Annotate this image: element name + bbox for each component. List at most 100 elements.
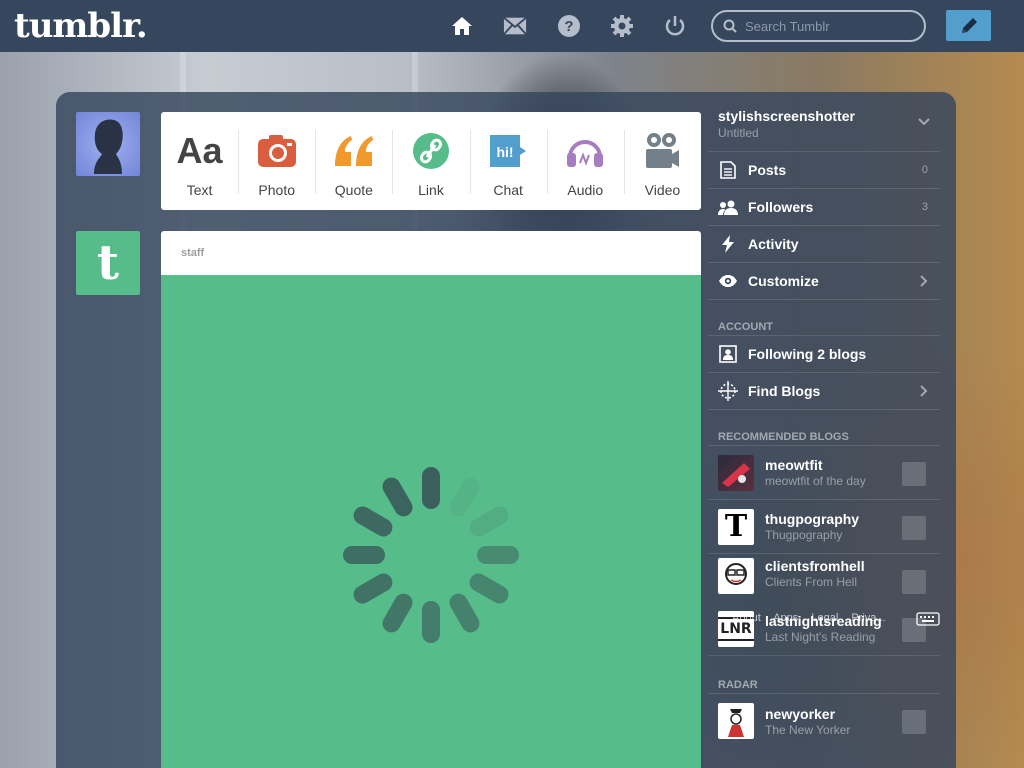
blog-name: newyorker	[765, 705, 836, 722]
followers-icon	[718, 197, 738, 217]
blog-description: The New Yorker	[765, 722, 851, 737]
sidebar-item-label: Followers	[748, 199, 814, 215]
footer-link-apps[interactable]: Apps	[773, 612, 798, 624]
gear-icon[interactable]	[610, 14, 634, 38]
radar-blog-item[interactable]: newyorker The New Yorker	[708, 694, 940, 748]
staff-avatar[interactable]: t	[76, 231, 140, 295]
keyboard-icon[interactable]	[916, 612, 940, 631]
sidebar-item-count: 0	[921, 164, 928, 176]
recommended-blog-item[interactable]: LNR lastnightsreading Last Night's Readi…	[708, 602, 940, 656]
sidebar-item-followers[interactable]: Followers 3	[708, 189, 940, 226]
chevron-down-icon	[918, 118, 930, 126]
sidebar-item-activity[interactable]: Activity	[708, 226, 940, 263]
post-type-chat[interactable]: hi! Chat	[469, 112, 547, 210]
sidebar-item-label: Activity	[748, 236, 799, 252]
mail-icon[interactable]	[503, 14, 527, 38]
radar-heading: RADAR	[708, 656, 940, 694]
following-icon	[718, 344, 738, 364]
compass-icon	[718, 381, 738, 401]
post-type-label: Chat	[493, 182, 523, 198]
quote-icon	[333, 130, 375, 172]
post-type-photo[interactable]: Photo	[238, 112, 315, 210]
footer-link-legal[interactable]: Legal	[811, 612, 838, 624]
dashboard-post: staff	[161, 231, 701, 768]
recommended-blog-item[interactable]: T thugpography Thugpography	[708, 500, 940, 554]
spinner-spoke	[449, 477, 480, 517]
footer-links: About Apps Legal Priva...	[732, 612, 896, 624]
spinner-spoke	[353, 506, 393, 537]
blog-avatar	[718, 558, 754, 594]
blog-avatar	[718, 703, 754, 739]
blog-description: Clients From Hell	[765, 575, 858, 589]
spinner-spoke	[477, 546, 519, 564]
spinner-spoke	[469, 506, 509, 537]
blog-description: Last Night's Reading	[765, 630, 876, 644]
staff-logo-letter: t	[96, 235, 120, 291]
post-type-audio[interactable]: Audio	[546, 112, 624, 210]
spinner-spoke	[422, 467, 440, 509]
search-input[interactable]	[745, 18, 915, 34]
spinner-spoke	[449, 593, 480, 633]
sidebar-item-posts[interactable]: Posts 0	[708, 152, 940, 189]
follow-button[interactable]	[902, 710, 926, 734]
power-icon[interactable]	[663, 14, 687, 38]
follow-button[interactable]	[902, 516, 926, 540]
post-content	[161, 275, 701, 768]
chat-icon: hi!	[488, 130, 528, 172]
spinner-spoke	[422, 601, 440, 643]
follow-button[interactable]	[902, 570, 926, 594]
svg-text:hi!: hi!	[497, 144, 514, 160]
post-type-label: Photo	[258, 182, 295, 198]
blog-name: thugpography	[765, 511, 860, 527]
camera-icon	[257, 130, 297, 172]
spinner-spoke	[382, 477, 413, 517]
sidebar-item-find-blogs[interactable]: Find Blogs	[708, 373, 940, 410]
chevron-right-icon	[920, 275, 928, 287]
tumblr-logo[interactable]: tumblr.	[14, 6, 148, 46]
search-box[interactable]	[711, 10, 926, 42]
blog-avatar	[718, 454, 754, 491]
spinner-spoke	[382, 593, 413, 633]
post-type-label: Link	[418, 182, 444, 198]
follow-button[interactable]	[902, 462, 926, 486]
footer-link-about[interactable]: About	[732, 612, 761, 624]
search-icon	[723, 19, 737, 33]
svg-text:?: ?	[564, 18, 573, 35]
blog-name: clientsfromhell	[765, 558, 865, 574]
post-type-video[interactable]: Video	[623, 112, 701, 210]
video-camera-icon	[644, 130, 680, 172]
post-type-text[interactable]: Aa Text	[161, 112, 238, 210]
pencil-icon	[961, 17, 977, 33]
chevron-right-icon	[920, 385, 928, 397]
eye-icon	[718, 271, 738, 291]
post-type-label: Quote	[334, 182, 373, 198]
account-heading: ACCOUNT	[708, 300, 940, 336]
post-type-label: Text	[186, 182, 213, 198]
user-avatar[interactable]	[76, 112, 140, 176]
recommended-blog-item[interactable]: clientsfromhell Clients From Hell	[708, 554, 940, 602]
help-icon[interactable]: ?	[557, 14, 581, 38]
sidebar-item-label: Posts	[748, 162, 787, 178]
top-navigation-bar: tumblr. ?	[0, 0, 1024, 52]
link-icon	[412, 130, 449, 172]
sidebar-item-customize[interactable]: Customize	[708, 263, 940, 300]
spinner-spoke	[353, 573, 393, 604]
sidebar-item-label: Customize	[748, 273, 819, 289]
blog-switcher[interactable]: stylishscreenshotter Untitled	[708, 100, 940, 152]
post-type-link[interactable]: Link	[392, 112, 469, 210]
footer-link-privacy[interactable]: Priva...	[851, 612, 885, 624]
compose-button[interactable]	[946, 10, 991, 41]
sidebar-item-following[interactable]: Following 2 blogs	[708, 336, 940, 373]
blog-avatar: T	[718, 508, 754, 545]
blog-description: Thugpography	[765, 528, 843, 542]
recommended-blog-item[interactable]: meowtfit meowtfit of the day	[708, 446, 940, 500]
activity-icon	[718, 234, 738, 254]
post-type-chooser: Aa Text Photo Quote Link hi! Chat Audio	[161, 112, 701, 210]
posts-icon	[718, 160, 738, 180]
post-type-quote[interactable]: Quote	[315, 112, 392, 210]
blog-subtitle: Untitled	[718, 126, 759, 140]
headphones-icon	[565, 130, 605, 172]
blog-name: stylishscreenshotter	[718, 108, 855, 124]
post-author[interactable]: staff	[161, 231, 701, 275]
home-icon[interactable]	[450, 14, 474, 38]
